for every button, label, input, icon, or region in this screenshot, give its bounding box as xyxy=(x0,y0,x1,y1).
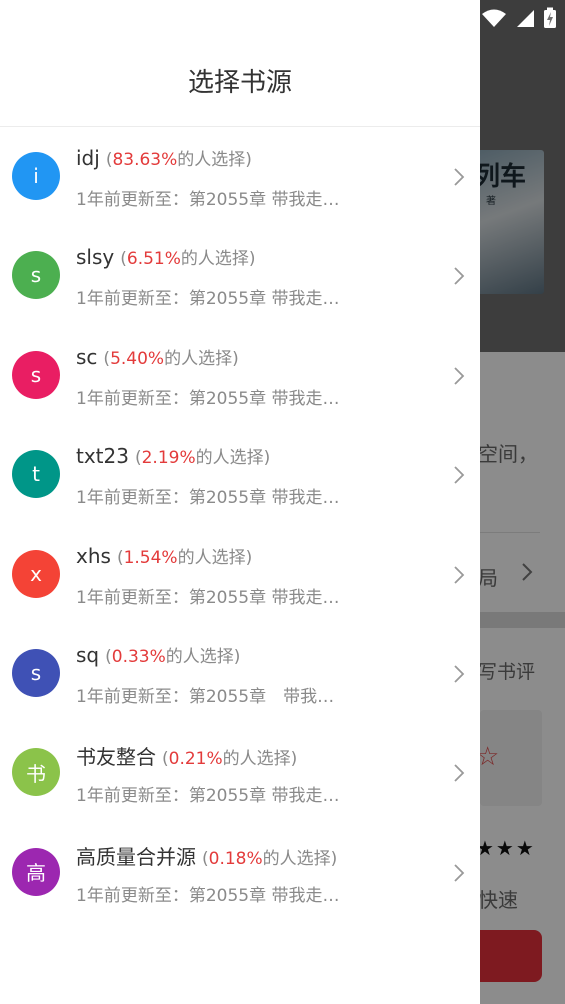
avatar-initial: t xyxy=(32,462,40,487)
selection-rate: (6.51%的人选择) xyxy=(120,249,255,269)
selection-rate: (0.21%的人选择) xyxy=(162,749,297,769)
source-name: txt23 xyxy=(76,444,129,469)
avatar-initial: i xyxy=(33,164,39,188)
status-bar xyxy=(481,6,557,30)
avatar-initial: s xyxy=(30,362,42,387)
rate-suffix: 的人选择) xyxy=(177,547,253,568)
source-avatar: 书 xyxy=(12,748,60,797)
selection-percent: 1.54% xyxy=(123,547,178,568)
source-item-4[interactable]: x xhs (1.54%的人选择) 1年前更新至：第2055章 带我走… xyxy=(0,525,480,624)
latest-chapter: 1年前更新至：第2055章 带我走… xyxy=(76,190,340,210)
rate-open: ( xyxy=(116,547,124,568)
selection-rate: (0.18%的人选择) xyxy=(202,849,337,869)
latest-chapter: 1年前更新至：第2055章 带我走… xyxy=(76,388,340,409)
avatar-initial: 书 xyxy=(26,761,46,786)
source-avatar: s xyxy=(12,648,60,697)
chevron-right-icon xyxy=(454,764,465,782)
source-name: xhs xyxy=(76,543,111,568)
selection-percent: 6.51% xyxy=(126,249,181,270)
source-name: 高质量合并源 xyxy=(76,844,196,869)
rate-suffix: 的人选择) xyxy=(177,150,252,170)
source-selection-drawer: 选择书源 i idj (83.63%的人选择) 1年前更新至：第2055章 带我走… xyxy=(0,0,480,1004)
rate-suffix: 的人选择) xyxy=(262,848,338,869)
avatar-initial: s xyxy=(30,660,42,685)
latest-chapter: 1年前更新至：第2055章 带我走… xyxy=(76,587,340,608)
source-avatar: 高 xyxy=(12,847,60,896)
source-name: slsy xyxy=(76,245,115,270)
latest-chapter: 1年前更新至：第2055章 带我走… xyxy=(76,488,340,509)
rate-open: ( xyxy=(120,249,127,270)
chevron-right-icon xyxy=(454,864,465,882)
rate-suffix: 的人选择) xyxy=(222,749,298,770)
source-item-5[interactable]: s sq (0.33%的人选择) 1年前更新至：第2055章 带我… xyxy=(0,624,480,723)
avatar-initial: x xyxy=(30,561,42,586)
rate-suffix: 的人选择) xyxy=(195,448,271,469)
source-avatar: s xyxy=(12,251,60,300)
selection-rate: (0.33%的人选择) xyxy=(105,647,240,667)
source-item-6[interactable]: 书 书友整合 (0.21%的人选择) 1年前更新至：第2055章 带我走… xyxy=(0,723,480,822)
source-name: 书友整合 xyxy=(76,745,156,770)
source-avatar: i xyxy=(12,152,60,200)
chevron-right-icon xyxy=(454,466,465,484)
avatar-initial: s xyxy=(30,263,42,288)
selection-percent: 0.21% xyxy=(168,749,223,770)
source-name: idj xyxy=(76,146,100,170)
latest-chapter: 1年前更新至：第2055章 带我走… xyxy=(76,885,340,906)
avatar-initial: 高 xyxy=(26,861,46,886)
source-name: sq xyxy=(76,642,100,667)
chevron-right-icon xyxy=(454,665,465,683)
selection-percent: 0.33% xyxy=(111,646,166,667)
rate-open: ( xyxy=(105,646,112,667)
rate-open: ( xyxy=(162,749,169,770)
selection-percent: 83.63% xyxy=(112,150,178,170)
source-avatar: s xyxy=(12,350,60,399)
source-name: sc xyxy=(76,344,98,369)
source-item-2[interactable]: s sc (5.40%的人选择) 1年前更新至：第2055章 带我走… xyxy=(0,326,480,425)
battery-charging-icon xyxy=(544,7,556,28)
rate-suffix: 的人选择) xyxy=(165,646,241,667)
source-avatar: t xyxy=(12,450,60,499)
chevron-right-icon xyxy=(454,168,465,186)
selection-rate: (5.40%的人选择) xyxy=(103,349,238,369)
rate-suffix: 的人选择) xyxy=(164,348,239,369)
selection-percent: 2.19% xyxy=(141,448,196,469)
latest-chapter: 1年前更新至：第2055章 带我走… xyxy=(76,786,340,807)
source-item-7[interactable]: 高 高质量合并源 (0.18%的人选择) 1年前更新至：第2055章 带我走… xyxy=(0,823,480,922)
source-item-3[interactable]: t txt23 (2.19%的人选择) 1年前更新至：第2055章 带我走… xyxy=(0,425,480,524)
selection-rate: (1.54%的人选择) xyxy=(117,548,252,568)
chevron-right-icon xyxy=(454,565,465,584)
source-list: i idj (83.63%的人选择) 1年前更新至：第2055章 带我走… s s… xyxy=(0,127,480,922)
selection-rate: (2.19%的人选择) xyxy=(135,448,270,468)
source-item-1[interactable]: s slsy (6.51%的人选择) 1年前更新至：第2055章 带我走… xyxy=(0,226,480,325)
source-avatar: x xyxy=(12,549,60,598)
drawer-title: 选择书源 xyxy=(187,68,292,98)
signal-icon xyxy=(517,10,534,27)
wifi-icon xyxy=(482,9,506,27)
rate-suffix: 的人选择) xyxy=(180,249,256,270)
rate-open: ( xyxy=(134,448,142,469)
source-item-0[interactable]: i idj (83.63%的人选择) 1年前更新至：第2055章 带我走… xyxy=(0,127,480,226)
rate-open: ( xyxy=(202,848,209,869)
latest-chapter: 1年前更新至：第2055章 带我走… xyxy=(76,289,340,310)
selection-percent: 5.40% xyxy=(110,348,165,369)
chevron-right-icon xyxy=(454,267,465,286)
selection-rate: (83.63%的人选择) xyxy=(106,150,252,170)
latest-chapter: 1年前更新至：第2055章 带我… xyxy=(76,686,335,707)
chevron-right-icon xyxy=(454,367,465,385)
selection-percent: 0.18% xyxy=(208,848,263,869)
